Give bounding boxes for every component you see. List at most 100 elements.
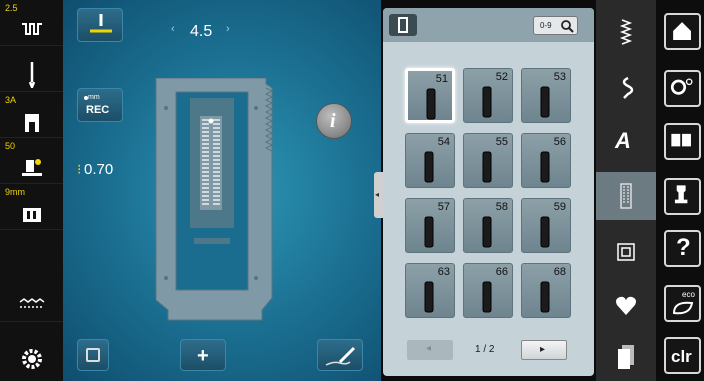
info-button[interactable]: i (316, 103, 352, 139)
stitch-plate-size: 9mm (5, 187, 25, 197)
clear-button[interactable]: clr (664, 337, 701, 374)
buttonhole-shape-icon (424, 216, 434, 248)
setup-button[interactable] (664, 70, 701, 107)
page-next-button[interactable]: ▸ (521, 340, 567, 360)
thread-tension-button[interactable] (0, 276, 63, 322)
stitch-number: 63 (437, 266, 450, 278)
home-icon (673, 22, 691, 40)
category-quilt-stitches[interactable] (596, 230, 656, 278)
category-practical-stitches[interactable] (596, 8, 656, 56)
alphabet-icon: A (615, 128, 631, 153)
stitch-cell[interactable]: 54 (405, 133, 455, 188)
stitch-number: 56 (553, 136, 566, 148)
buttonhole-length-value: 0.70 (84, 161, 114, 178)
buttonhole-shape-icon (426, 88, 436, 120)
buttonhole-shape-icon (540, 216, 550, 248)
stitch-number: 52 (495, 71, 508, 83)
category-memory[interactable] (596, 332, 656, 380)
stitch-number: 53 (553, 71, 566, 83)
search-range-label: 0-9 (540, 21, 552, 30)
stitch-cell[interactable]: 68 (521, 263, 571, 318)
info-icon: i (330, 110, 336, 132)
category-alphabets[interactable]: A (596, 118, 656, 166)
favorite-heart-icon (616, 296, 636, 315)
stitch-cell[interactable]: 51 (405, 68, 455, 123)
stitch-number: 68 (553, 266, 566, 278)
help-icon: ? (676, 234, 691, 261)
stitch-number: 66 (495, 266, 508, 278)
stitch-editing-area: ‹ 4.5 › mm REC ⁝ 0.70 i ◂ + (63, 0, 383, 381)
stitch-number: 51 (435, 73, 448, 85)
settings-gear-icon (22, 349, 42, 369)
panel-collapse-handle[interactable]: ◂ (374, 172, 383, 218)
needle-icon (28, 62, 36, 88)
buttonhole-shape-icon (482, 281, 492, 313)
tutorial-button[interactable] (664, 123, 701, 160)
sewing-consultant-icon (674, 185, 688, 204)
category-decorative-stitches[interactable] (596, 62, 656, 110)
window-icon (86, 348, 100, 362)
category-buttonholes[interactable] (596, 172, 656, 220)
buttonhole-icon (398, 17, 408, 33)
foot-pressure-icon (22, 159, 42, 176)
length-indicator: ⁝ (77, 161, 82, 177)
rec-label: REC (86, 104, 110, 116)
left-function-bar: 2.5 3A 50 9mm (0, 0, 63, 381)
thread-tension-icon (19, 298, 45, 308)
stitch-plate-button[interactable]: 9mm (0, 184, 63, 230)
stitch-width-value: 2.5 (5, 3, 18, 13)
rec-button[interactable]: mm REC (77, 88, 123, 122)
pattern-begin-button[interactable] (77, 339, 109, 371)
stitch-selection-panel: 0-9 51 52 53 54 55 56 57 58 59 63 66 68 ◂ 1 / 2 ▸ (383, 8, 594, 376)
stitch-width-button[interactable]: 2.5 (0, 0, 63, 46)
add-button[interactable]: + (180, 339, 226, 371)
sewing-consultant-button[interactable] (664, 178, 701, 215)
width-decrease-arrow[interactable]: ‹ (171, 23, 175, 35)
buttonhole-foot-preview (155, 78, 274, 321)
stitch-cell[interactable]: 58 (463, 198, 513, 253)
rec-dot-icon (84, 96, 88, 100)
needle-position-button[interactable] (0, 46, 63, 92)
stitch-panel-header: 0-9 (383, 8, 594, 42)
buttonhole-shape-icon (482, 216, 492, 248)
presser-foot-button[interactable]: 3A (0, 92, 63, 138)
practical-stitch-icon (619, 19, 633, 45)
category-favorites[interactable] (596, 282, 656, 330)
stitch-number-search-button[interactable]: 0-9 (533, 16, 578, 35)
page-prev-button[interactable]: ◂ (407, 340, 453, 360)
buttonhole-icon (620, 183, 632, 209)
needle-stop-tile[interactable] (77, 8, 123, 42)
home-button[interactable] (664, 13, 701, 50)
stitch-cell[interactable]: 66 (463, 263, 513, 318)
stitch-cell[interactable]: 53 (521, 68, 571, 123)
stitch-width-value: 4.5 (190, 23, 213, 40)
stitch-number: 58 (495, 201, 508, 213)
stitch-category-menu: A (596, 0, 656, 381)
needle-stop-button[interactable] (0, 331, 63, 377)
buttonhole-shape-icon (540, 151, 550, 183)
buttonhole-shape-icon (540, 86, 550, 118)
collapse-arrow-icon: ◂ (375, 190, 380, 199)
edit-stitch-button[interactable] (317, 339, 363, 371)
buttonhole-shape-icon (424, 151, 434, 183)
next-arrow-icon: ▸ (540, 344, 546, 355)
stitch-width-icon (22, 23, 42, 35)
foot-pressure-button[interactable]: 50 (0, 138, 63, 184)
stitch-number: 54 (437, 136, 450, 148)
buttonhole-category-badge (389, 14, 417, 36)
setup-icon (670, 78, 693, 95)
plus-icon: + (197, 345, 209, 367)
stitch-cell[interactable]: 55 (463, 133, 513, 188)
stitch-number: 57 (437, 201, 450, 213)
page-indicator: 1 / 2 (475, 344, 495, 355)
eco-button[interactable]: eco (664, 285, 701, 322)
stitch-cell[interactable]: 57 (405, 198, 455, 253)
width-increase-arrow[interactable]: › (226, 23, 230, 35)
stitch-cell[interactable]: 59 (521, 198, 571, 253)
rec-unit-label: mm (88, 94, 100, 101)
stitch-cell[interactable]: 63 (405, 263, 455, 318)
system-button-column: ? eco clr (658, 0, 704, 381)
stitch-cell[interactable]: 52 (463, 68, 513, 123)
help-button[interactable]: ? (664, 230, 701, 267)
stitch-cell[interactable]: 56 (521, 133, 571, 188)
